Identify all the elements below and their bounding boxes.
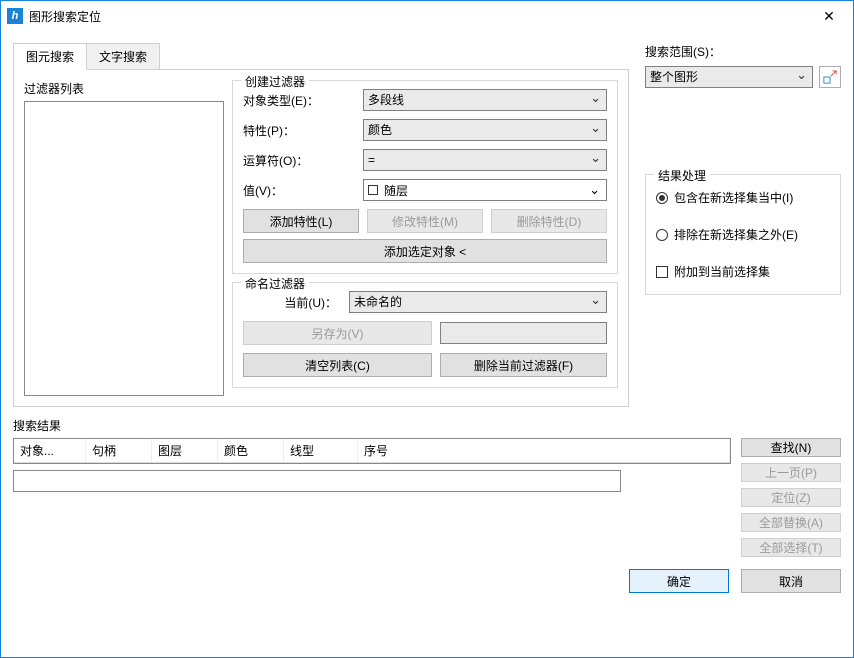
named-filter-title: 命名过滤器 bbox=[241, 275, 309, 292]
dialog-footer: 确定 取消 bbox=[13, 569, 841, 593]
property-label: 特性(P)： bbox=[243, 122, 363, 139]
add-property-button[interactable]: 添加特性(L) bbox=[243, 209, 359, 233]
pick-objects-button[interactable] bbox=[819, 66, 841, 88]
chevron-down-icon: ⌄ bbox=[589, 182, 600, 198]
create-filter-title: 创建过滤器 bbox=[241, 73, 309, 90]
value-label: 值(V)： bbox=[243, 182, 363, 199]
result-handling-title: 结果处理 bbox=[654, 167, 710, 184]
operator-select[interactable]: = bbox=[363, 149, 607, 171]
tab-strip: 图元搜索 文字搜索 bbox=[13, 43, 629, 70]
col-handle[interactable]: 句柄 bbox=[86, 439, 152, 462]
radio-icon bbox=[656, 229, 668, 241]
filter-list-label: 过滤器列表 bbox=[24, 80, 224, 97]
search-scope-section: 搜索范围(S)： 整个图形 bbox=[645, 43, 841, 88]
search-scope-label: 搜索范围(S)： bbox=[645, 43, 841, 60]
create-filter-group: 创建过滤器 对象类型(E)： 多段线 特性(P)： 颜色 bbox=[232, 80, 618, 274]
app-icon: h bbox=[7, 8, 23, 24]
add-selected-objects-button[interactable]: 添加选定对象 < bbox=[243, 239, 607, 263]
operator-label: 运算符(O)： bbox=[243, 152, 363, 169]
replace-all-button[interactable]: 全部替换(A) bbox=[741, 513, 841, 532]
close-button[interactable]: ✕ bbox=[807, 2, 851, 30]
pick-icon bbox=[823, 70, 837, 84]
prev-page-button[interactable]: 上一页(P) bbox=[741, 463, 841, 482]
value-select[interactable]: 随层 ⌄ bbox=[363, 179, 607, 201]
results-grid[interactable]: 对象... 句柄 图层 颜色 线型 序号 bbox=[13, 438, 731, 464]
filter-edit-column: 创建过滤器 对象类型(E)： 多段线 特性(P)： 颜色 bbox=[232, 80, 618, 396]
value-text: 随层 bbox=[384, 182, 408, 199]
radio-icon bbox=[656, 192, 668, 204]
tab-body: 过滤器列表 创建过滤器 对象类型(E)： 多段线 bbox=[13, 70, 629, 407]
save-as-button[interactable]: 另存为(V) bbox=[243, 321, 432, 345]
modify-property-button[interactable]: 修改特性(M) bbox=[367, 209, 483, 233]
clear-list-button[interactable]: 清空列表(C) bbox=[243, 353, 432, 377]
checkbox-icon bbox=[656, 266, 668, 278]
exclude-from-new-set-radio[interactable]: 排除在新选择集之外(E) bbox=[656, 226, 830, 243]
select-all-button[interactable]: 全部选择(T) bbox=[741, 538, 841, 557]
col-color[interactable]: 颜色 bbox=[218, 439, 284, 462]
search-scope-select[interactable]: 整个图形 bbox=[645, 66, 813, 88]
filter-list-column: 过滤器列表 bbox=[24, 80, 224, 396]
delete-current-filter-button[interactable]: 删除当前过滤器(F) bbox=[440, 353, 607, 377]
property-select[interactable]: 颜色 bbox=[363, 119, 607, 141]
window-title: 图形搜索定位 bbox=[29, 8, 807, 25]
col-linetype[interactable]: 线型 bbox=[284, 439, 358, 462]
results-side-buttons: 查找(N) 上一页(P) 定位(Z) 全部替换(A) 全部选择(T) bbox=[741, 438, 841, 557]
status-field[interactable] bbox=[13, 470, 621, 492]
dialog-window: h 图形搜索定位 ✕ 图元搜索 文字搜索 过滤器列表 创建过滤器 bbox=[0, 0, 854, 658]
current-filter-select[interactable]: 未命名的 bbox=[349, 291, 607, 313]
titlebar: h 图形搜索定位 ✕ bbox=[1, 1, 853, 31]
current-filter-label: 当前(U)： bbox=[243, 294, 341, 311]
right-column: 搜索范围(S)： 整个图形 结果处理 包含在新选择集当中(I) bbox=[641, 43, 841, 407]
client-area: 图元搜索 文字搜索 过滤器列表 创建过滤器 对象类型(E)： bbox=[1, 31, 853, 657]
upper-region: 图元搜索 文字搜索 过滤器列表 创建过滤器 对象类型(E)： bbox=[13, 43, 841, 407]
col-layer[interactable]: 图层 bbox=[152, 439, 218, 462]
search-results-section: 搜索结果 对象... 句柄 图层 颜色 线型 序号 bbox=[13, 417, 841, 557]
search-results-label: 搜索结果 bbox=[13, 417, 841, 434]
object-type-select[interactable]: 多段线 bbox=[363, 89, 607, 111]
named-filter-group: 命名过滤器 当前(U)： 未命名的 另存为(V) bbox=[232, 282, 618, 388]
bylayer-swatch-icon bbox=[368, 185, 378, 195]
col-object[interactable]: 对象... bbox=[14, 439, 86, 462]
delete-property-button[interactable]: 删除特性(D) bbox=[491, 209, 607, 233]
results-grid-header: 对象... 句柄 图层 颜色 线型 序号 bbox=[14, 439, 730, 463]
tab-text-search[interactable]: 文字搜索 bbox=[86, 43, 160, 69]
locate-button[interactable]: 定位(Z) bbox=[741, 488, 841, 507]
append-to-current-checkbox[interactable]: 附加到当前选择集 bbox=[656, 263, 830, 280]
upper-left: 图元搜索 文字搜索 过滤器列表 创建过滤器 对象类型(E)： bbox=[13, 43, 629, 407]
cancel-button[interactable]: 取消 bbox=[741, 569, 841, 593]
result-handling-group: 结果处理 包含在新选择集当中(I) 排除在新选择集之外(E) 附加到当前选择集 bbox=[645, 174, 841, 295]
include-in-new-set-radio[interactable]: 包含在新选择集当中(I) bbox=[656, 189, 830, 206]
object-type-label: 对象类型(E)： bbox=[243, 92, 363, 109]
tab-primitive-search[interactable]: 图元搜索 bbox=[13, 43, 87, 70]
find-button[interactable]: 查找(N) bbox=[741, 438, 841, 457]
filter-listbox[interactable] bbox=[24, 101, 224, 396]
save-as-input[interactable] bbox=[440, 322, 607, 344]
col-index[interactable]: 序号 bbox=[358, 439, 730, 462]
ok-button[interactable]: 确定 bbox=[629, 569, 729, 593]
